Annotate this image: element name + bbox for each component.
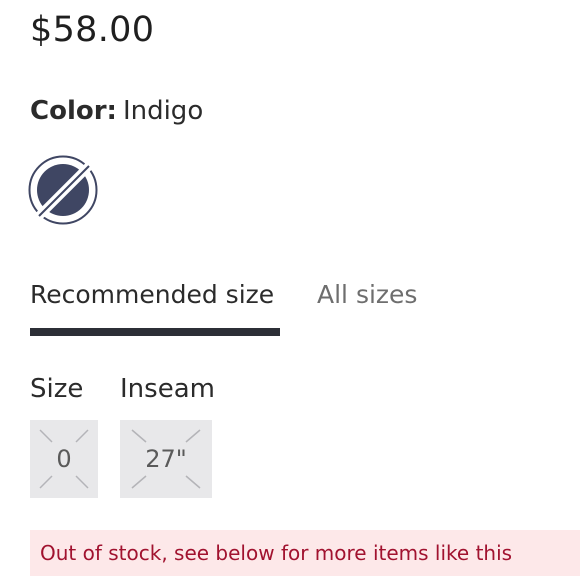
inseam-label: Inseam [120, 374, 215, 404]
inseam-option-27[interactable]: 27" [120, 420, 212, 498]
size-label: Size [30, 374, 84, 404]
unavailable-swatch-icon [28, 155, 98, 225]
color-swatch-indigo[interactable] [27, 154, 99, 226]
out-of-stock-banner: Out of stock, see below for more items l… [30, 530, 580, 576]
size-option-0[interactable]: 0 [30, 420, 98, 498]
inseam-column: Inseam [120, 374, 215, 404]
inseam-option-value: 27" [145, 445, 187, 473]
color-label: Color: [30, 96, 117, 126]
size-tabs: Recommended size All sizes [30, 280, 580, 340]
tab-all-sizes[interactable]: All sizes [317, 280, 417, 309]
out-of-stock-message: Out of stock, see below for more items l… [40, 541, 513, 565]
product-options-panel: $58.00 Color: Indigo Recommended size All… [0, 0, 580, 580]
color-selection-label: Color: Indigo [30, 96, 203, 126]
active-tab-indicator [30, 328, 280, 336]
tab-recommended-size[interactable]: Recommended size [30, 280, 274, 309]
size-column: Size [30, 374, 83, 404]
color-value: Indigo [122, 96, 204, 126]
product-price: $58.00 [30, 10, 155, 50]
size-option-value: 0 [56, 445, 72, 473]
